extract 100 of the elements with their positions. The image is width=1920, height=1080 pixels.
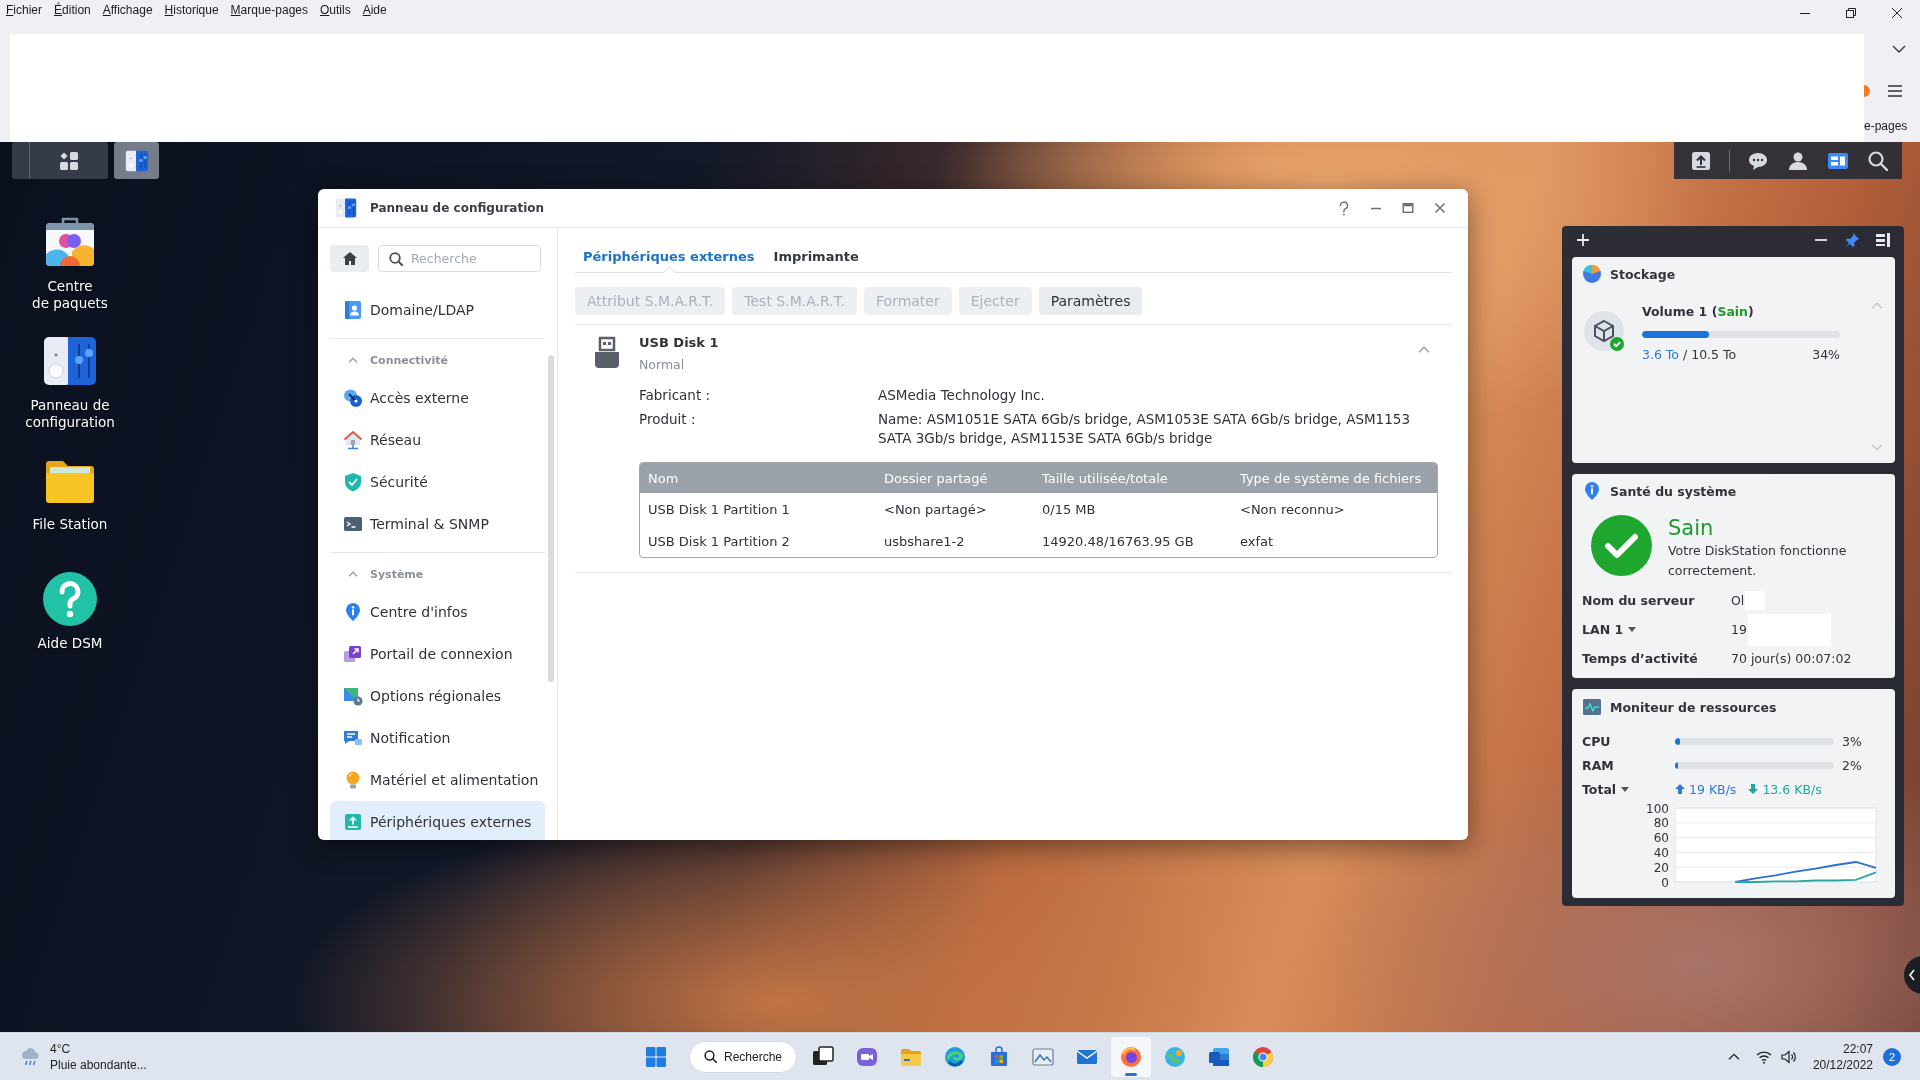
desktop-shortcut[interactable]: Panneau de configuration (25, 333, 115, 431)
pin-icon[interactable] (1845, 233, 1859, 247)
search-field[interactable]: Recherche (378, 245, 541, 272)
close-icon[interactable] (1892, 8, 1902, 18)
arrow-up-icon (1675, 784, 1685, 794)
scrollbar-thumb[interactable] (548, 355, 554, 682)
sidebar-item[interactable]: Terminal & SNMP (330, 503, 545, 545)
help-icon (42, 571, 98, 627)
menu-item[interactable]: Aide (356, 0, 393, 20)
window-title: Panneau de configuration (370, 201, 545, 215)
wave-circle-icon (943, 1044, 967, 1069)
upload-box-icon (343, 812, 363, 832)
weather-temperature: 4°C (50, 1040, 71, 1057)
sidebar-item[interactable]: Accès externe (330, 377, 545, 419)
sidebar-item[interactable]: Réseau (330, 419, 545, 461)
toolbar-button[interactable]: Paramètres (1038, 287, 1143, 315)
sliders-icon (335, 197, 357, 219)
menu-item[interactable]: Outils (314, 0, 357, 20)
menu-icon[interactable] (1888, 85, 1902, 97)
search-button[interactable]: Recherche (689, 1040, 797, 1073)
sidebar-item[interactable]: Portail de connexion (330, 633, 545, 675)
desktop-shortcut[interactable]: File Station (32, 452, 108, 533)
volume-usage: 3.6 To / 10.5 To (1642, 347, 1737, 363)
menu-item[interactable]: Fichier (0, 0, 49, 20)
table-cell-text: 0/15 MB (1041, 501, 1097, 517)
column-header: Dossier partagé (883, 470, 989, 486)
detail-label: Fabricant : (639, 386, 712, 405)
restore-icon[interactable] (1846, 8, 1856, 18)
maximize-icon[interactable] (1402, 202, 1414, 214)
table-cell-text: USB Disk 1 Partition 2 (647, 533, 791, 549)
circle-segments-icon (1251, 1044, 1275, 1069)
speaker-icon[interactable] (1780, 1049, 1797, 1064)
plus-icon[interactable] (1577, 234, 1589, 246)
home-button[interactable] (330, 245, 369, 272)
info-label: Nom du serveur (1582, 593, 1695, 608)
tab[interactable]: Imprimante (765, 240, 867, 272)
axis-label: 20 (1653, 860, 1669, 875)
table-cell-text: <Non reconnu> (1239, 501, 1346, 517)
tab[interactable]: Périphériques externes (575, 240, 763, 272)
table-cell-text: 14920.48/16763.95 GB (1041, 533, 1195, 549)
column-header: Type de système de fichiers (1239, 470, 1423, 486)
info-icon (343, 602, 363, 622)
terminal-icon (343, 514, 363, 534)
message-icon (343, 728, 363, 748)
house-icon (343, 430, 363, 450)
pie-chart-icon (1582, 264, 1602, 284)
meter-label: CPU (1582, 733, 1611, 749)
chevron-down-icon[interactable] (1892, 45, 1906, 53)
bookmark-label[interactable]: e-pages (1864, 119, 1908, 133)
axis-label: 80 (1653, 816, 1669, 831)
clock-date: 20/12/2022 (1812, 1056, 1873, 1073)
notification-badge[interactable]: 2 (1883, 1047, 1901, 1066)
desktop-shortcut[interactable]: Centre de paquets (32, 214, 108, 312)
home-icon (342, 252, 357, 265)
menu-item[interactable]: Historique (158, 0, 225, 20)
menu-item[interactable]: Affichage (96, 0, 159, 20)
info-label: Temps d’activité (1582, 651, 1698, 666)
wifi-icon[interactable] (1755, 1049, 1772, 1064)
four-squares-icon[interactable] (645, 1045, 667, 1068)
column-header: Taille utilisée/totale (1041, 470, 1169, 486)
dropdown-button[interactable]: LAN 1 (1582, 622, 1637, 637)
panel-icon[interactable] (1876, 233, 1890, 247)
table-cell-text: USB Disk 1 Partition 1 (647, 501, 791, 517)
clock-time: 22:07 (1842, 1040, 1873, 1057)
sidebar-item[interactable]: Matériel et alimentation (330, 759, 545, 801)
detail-label: Produit : (639, 410, 697, 429)
usb-drive-icon (593, 336, 621, 369)
monitor-icon (1582, 697, 1602, 717)
sidebar-item[interactable]: Options régionales (330, 675, 545, 717)
detail-value: ASMedia Technology Inc. (878, 386, 1046, 405)
download-rate: 13.6 KB/s (1762, 781, 1822, 797)
main-menu-button[interactable] (30, 142, 108, 179)
sidebar-item[interactable]: Notification (330, 717, 545, 759)
menu-item[interactable]: Marque-pages (224, 0, 314, 20)
meter-reading: 3% (1842, 733, 1862, 749)
widget-title: Santé du système (1610, 483, 1737, 499)
axis-label: 0 (1661, 875, 1669, 890)
usage-percent: 34% (1812, 347, 1840, 363)
external-link-icon (343, 644, 363, 664)
sliders-icon (124, 148, 149, 173)
taskbar-window-button[interactable] (114, 142, 159, 179)
sidebar-item[interactable]: Sécurité (330, 461, 545, 503)
grid-icon (59, 150, 79, 171)
desktop-shortcut[interactable]: Aide DSM (37, 571, 103, 652)
arrow-down-icon (1748, 784, 1759, 794)
chevron-left-icon[interactable] (1904, 955, 1920, 995)
link-circles-icon (343, 388, 363, 408)
sidebar-item[interactable]: Domaine/LDAP (330, 289, 545, 331)
sidebar-item[interactable]: Périphériques externes (330, 801, 545, 840)
help-icon[interactable] (1338, 200, 1350, 216)
weather-condition: Pluie abondante... (50, 1056, 147, 1073)
search-icon[interactable] (1867, 149, 1889, 172)
info-icon (1582, 481, 1602, 501)
upload-icon[interactable] (1690, 149, 1712, 172)
volume-title: Volume 1 (Sain) (1642, 304, 1754, 320)
sidebar-item[interactable]: Centre d'infos (330, 591, 545, 633)
column-header: Nom (647, 470, 680, 486)
menu-item[interactable]: Édition (48, 0, 97, 20)
dropdown-button[interactable]: Total (1582, 781, 1630, 797)
chevron-up-icon[interactable] (1727, 1053, 1740, 1060)
